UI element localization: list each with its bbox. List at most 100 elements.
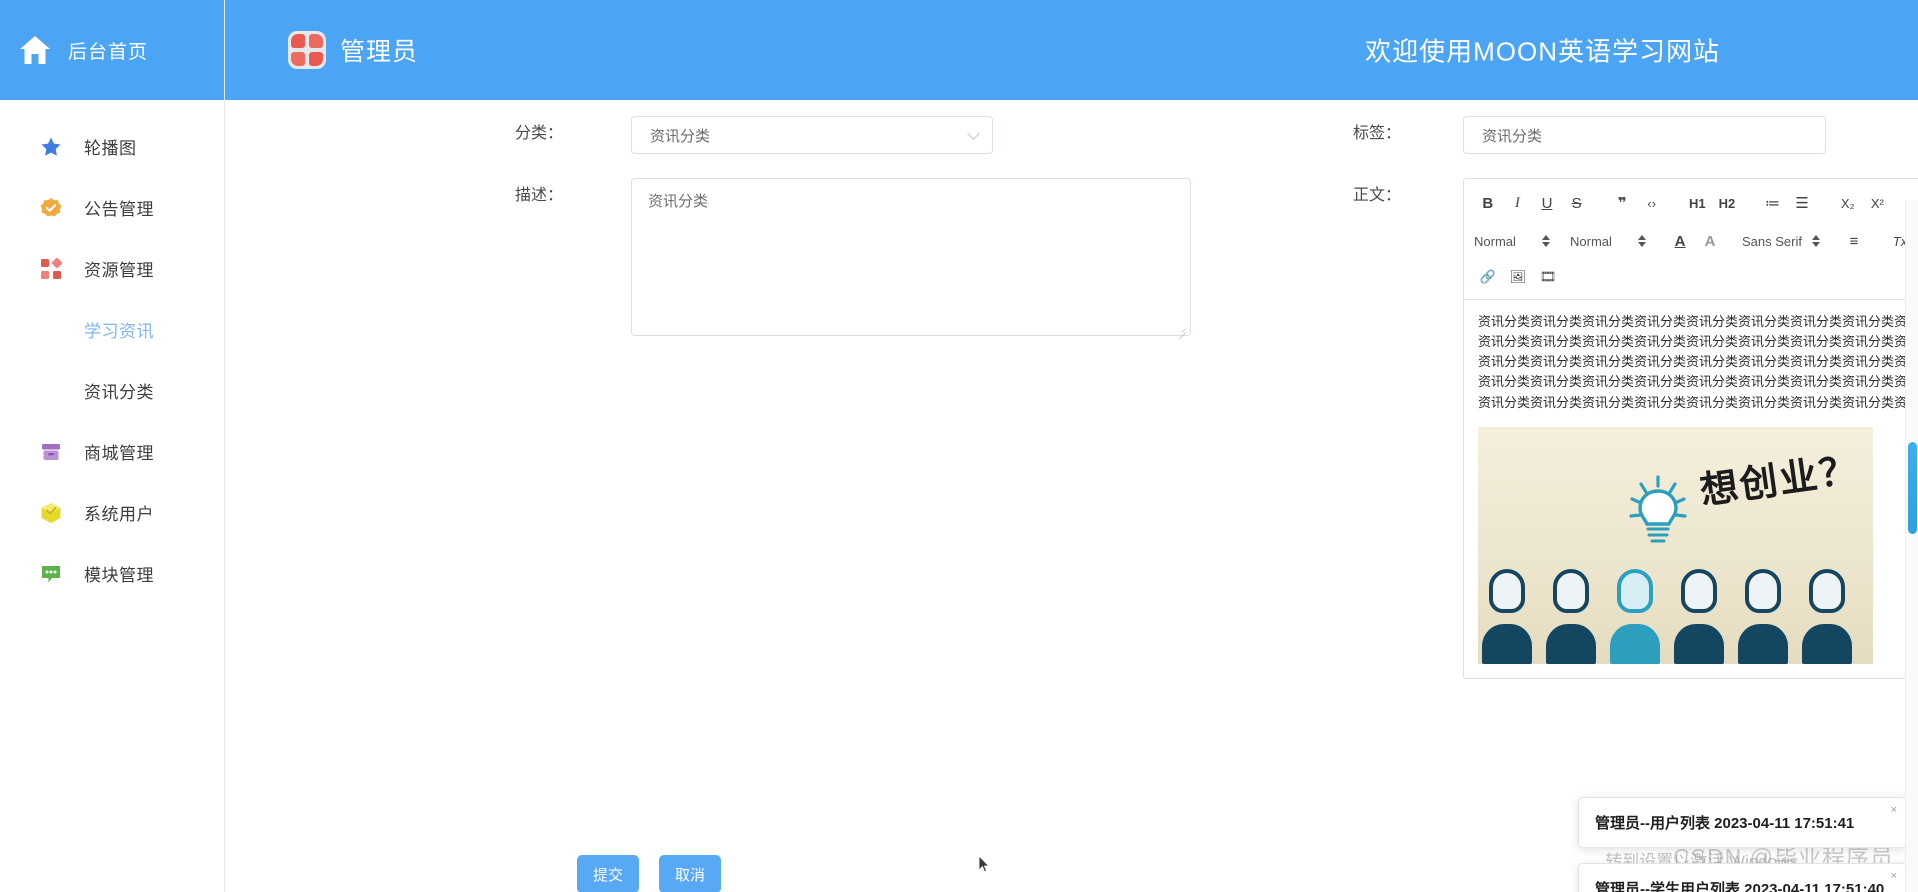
- close-icon[interactable]: ×: [1891, 804, 1897, 816]
- star-icon: [40, 136, 62, 158]
- ordered-list-icon[interactable]: ≔: [1759, 190, 1787, 216]
- category-select[interactable]: 资讯分类: [631, 116, 993, 154]
- description-textarea[interactable]: [631, 178, 1191, 336]
- editor-toolbar-row-3: 🔗 🖼 🎞: [1474, 261, 1918, 293]
- field-content: 正文： B I U S ❞ ‹› H1 H2 ≔ ☰ X₂ X² Normal …: [1335, 178, 1918, 679]
- chevron-down-icon: [967, 127, 980, 140]
- sidebar-item-ziyuan[interactable]: 资源管理: [0, 238, 224, 299]
- blockquote-icon[interactable]: ❞: [1608, 190, 1636, 216]
- mouse-cursor-icon: [978, 855, 990, 873]
- sidebar-item-label: 轮播图: [84, 139, 137, 158]
- tag-input[interactable]: 资讯分类: [1463, 116, 1826, 154]
- sidebar-item-lunbotu[interactable]: 轮播图: [0, 116, 224, 177]
- notification-toast[interactable]: × 管理员--学生用户列表 2023-04-11 17:51:40: [1578, 863, 1908, 892]
- header-select-value: Normal: [1570, 233, 1612, 249]
- sidebar-brand-label: 后台首页: [68, 41, 149, 63]
- page-title: 欢迎使用MOON英语学习网站: [1365, 36, 1720, 67]
- align-icon[interactable]: ≡: [1840, 228, 1868, 254]
- editor-toolbar-row-2: Normal Normal A A Sans Serif ≡ Tx: [1474, 225, 1918, 257]
- admin-page: 后台首页 轮播图 公告管理 资源管理 学习资讯 资讯分类 商城管理 系统用户 模…: [0, 0, 1918, 892]
- home-icon: [18, 34, 52, 66]
- submit-button[interactable]: 提交: [577, 855, 640, 892]
- sidebar-subitem-label: 学习资讯: [84, 322, 154, 341]
- sidebar: 后台首页 轮播图 公告管理 资源管理 学习资讯 资讯分类 商城管理 系统用户 模…: [0, 0, 225, 892]
- subscript-icon[interactable]: X₂: [1834, 190, 1862, 216]
- category-label: 分类：: [514, 125, 563, 142]
- font-family-select[interactable]: Sans Serif: [1742, 228, 1822, 254]
- sidebar-brand[interactable]: 后台首页: [0, 0, 224, 100]
- image-slogan: 想创业？: [1697, 446, 1862, 513]
- chat-icon: [40, 563, 62, 585]
- header-2-icon[interactable]: H2: [1713, 190, 1741, 216]
- sidebar-subitem-label: 资讯分类: [84, 383, 154, 402]
- sidebar-item-label: 资源管理: [84, 261, 154, 280]
- person-silhouette: [1610, 568, 1660, 664]
- header-select[interactable]: Normal: [1570, 228, 1648, 254]
- sidebar-item-label: 系统用户: [84, 505, 154, 524]
- notification-text: 管理员--用户列表 2023-04-11 17:51:41: [1595, 815, 1855, 832]
- badge-icon: [40, 197, 62, 219]
- form-content: 分类： 资讯分类 描述： 标签： 资: [225, 100, 1918, 892]
- underline-icon[interactable]: U: [1533, 190, 1561, 216]
- cancel-button[interactable]: 取消: [659, 855, 722, 892]
- admin-block[interactable]: 管理员: [225, 31, 418, 69]
- font-size-select[interactable]: Normal: [1474, 228, 1552, 254]
- editor-toolbar: B I U S ❞ ‹› H1 H2 ≔ ☰ X₂ X² Normal Norm…: [1464, 179, 1918, 300]
- sidebar-item-shangcheng[interactable]: 商城管理: [0, 421, 224, 482]
- main-area: 管理员 欢迎使用MOON英语学习网站 分类： 资讯分类 描述： 资讯分类 标签：…: [225, 0, 1918, 892]
- editor-body[interactable]: 资讯分类资讯分类资讯分类资讯分类资讯分类资讯分类资讯分类资讯分类资讯分类资讯分类…: [1464, 300, 1918, 678]
- category-select-value: 资讯分类: [650, 127, 711, 145]
- sidebar-item-xitongyonghu[interactable]: 系统用户: [0, 482, 224, 543]
- sidebar-subitem-xuexizixun[interactable]: 学习资讯: [0, 299, 224, 360]
- italic-icon[interactable]: I: [1504, 190, 1532, 216]
- box-icon: [40, 441, 62, 463]
- content-label: 正文：: [1352, 187, 1401, 204]
- superscript-icon[interactable]: X²: [1864, 190, 1892, 216]
- grid-icon: [40, 257, 62, 280]
- video-icon[interactable]: 🎞: [1534, 264, 1562, 290]
- bold-icon[interactable]: B: [1474, 190, 1502, 216]
- stepper-arrows-icon: [1542, 235, 1550, 247]
- editor-toolbar-row-1: B I U S ❞ ‹› H1 H2 ≔ ☰ X₂ X²: [1474, 187, 1918, 219]
- editor-embedded-image: 想创业？: [1478, 426, 1873, 664]
- text-color-icon[interactable]: A: [1666, 228, 1694, 254]
- person-silhouette: [1674, 568, 1724, 664]
- tag-label: 标签：: [1352, 125, 1401, 142]
- background-color-icon[interactable]: A: [1696, 228, 1724, 254]
- header-1-icon[interactable]: H1: [1684, 190, 1712, 216]
- person-silhouette: [1482, 568, 1532, 664]
- sidebar-item-label: 模块管理: [84, 566, 154, 585]
- person-silhouette: [1546, 568, 1596, 664]
- sidebar-item-label: 商城管理: [84, 444, 154, 463]
- font-family-select-value: Sans Serif: [1742, 233, 1802, 249]
- rich-text-editor: B I U S ❞ ‹› H1 H2 ≔ ☰ X₂ X² Normal Norm…: [1463, 178, 1918, 679]
- sidebar-item-label: 公告管理: [84, 200, 154, 219]
- page-scrollbar-thumb[interactable]: [1908, 442, 1917, 534]
- notification-text: 管理员--学生用户列表 2023-04-11 17:51:40: [1595, 881, 1885, 892]
- admin-label: 管理员: [340, 38, 419, 66]
- notification-toast[interactable]: × 管理员--用户列表 2023-04-11 17:51:41: [1578, 797, 1908, 848]
- field-category: 分类： 资讯分类: [497, 116, 993, 154]
- sidebar-item-gonggao[interactable]: 公告管理: [0, 177, 224, 238]
- page-scrollbar-track[interactable]: [1905, 200, 1918, 892]
- person-silhouette: [1738, 568, 1788, 664]
- lightbulb-icon: [1623, 475, 1693, 555]
- cube-icon: [40, 502, 62, 524]
- strike-icon[interactable]: S: [1563, 190, 1591, 216]
- code-block-icon[interactable]: ‹›: [1638, 190, 1666, 216]
- description-label: 描述：: [514, 187, 563, 204]
- people-illustration: [1482, 568, 1852, 664]
- sidebar-subitem-zixunfenlei[interactable]: 资讯分类: [0, 360, 224, 421]
- sidebar-item-mokuai[interactable]: 模块管理: [0, 543, 224, 604]
- field-tag: 标签： 资讯分类: [1335, 116, 1826, 154]
- field-description: 描述：: [497, 178, 1191, 341]
- stepper-arrows-icon: [1638, 235, 1646, 247]
- sidebar-menu: 轮播图 公告管理 资源管理 学习资讯 资讯分类 商城管理 系统用户 模块管理: [0, 100, 224, 604]
- close-icon[interactable]: ×: [1891, 870, 1897, 882]
- bullet-list-icon[interactable]: ☰: [1788, 190, 1816, 216]
- link-icon[interactable]: 🔗: [1474, 264, 1502, 290]
- form-actions: 提交 取消: [577, 855, 722, 892]
- stepper-arrows-icon: [1811, 235, 1820, 247]
- image-icon[interactable]: 🖼: [1504, 264, 1532, 290]
- four-quadrant-logo-icon: [288, 31, 326, 69]
